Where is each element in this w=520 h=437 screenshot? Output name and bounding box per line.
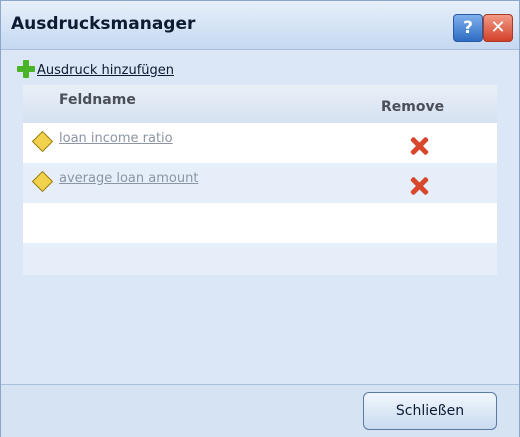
expression-link[interactable]: average loan amount bbox=[59, 171, 198, 186]
table-row-empty bbox=[23, 243, 497, 275]
column-header-fieldname: Feldname bbox=[59, 92, 136, 108]
dialog-footer: Schließen bbox=[1, 384, 519, 437]
remove-icon[interactable] bbox=[409, 176, 429, 196]
column-header-remove: Remove bbox=[381, 99, 445, 115]
plus-icon[interactable] bbox=[17, 60, 35, 78]
close-button[interactable]: Schließen bbox=[363, 392, 497, 430]
expression-link[interactable]: loan income ratio bbox=[59, 131, 173, 146]
close-icon: ✕ bbox=[490, 17, 506, 38]
diamond-icon bbox=[31, 130, 54, 153]
close-window-button[interactable]: ✕ bbox=[483, 14, 513, 42]
dialog-title: Ausdrucksmanager bbox=[11, 14, 196, 34]
dialog-body: Ausdruck hinzufügen Feldname Remove loan… bbox=[1, 50, 519, 383]
table-header: Feldname Remove bbox=[23, 85, 497, 123]
expressions-table: Feldname Remove loan income ratio averag… bbox=[23, 85, 497, 275]
title-bar: Ausdrucksmanager ? ✕ bbox=[1, 1, 519, 50]
diamond-icon bbox=[31, 170, 54, 193]
expression-manager-dialog: Ausdrucksmanager ? ✕ Ausdruck hinzufügen… bbox=[0, 0, 520, 437]
help-icon: ? bbox=[463, 18, 473, 38]
help-button[interactable]: ? bbox=[453, 14, 483, 42]
table-row: average loan amount bbox=[23, 163, 497, 203]
table-row: loan income ratio bbox=[23, 123, 497, 163]
table-row-empty bbox=[23, 203, 497, 243]
remove-icon[interactable] bbox=[409, 136, 429, 156]
add-expression-link[interactable]: Ausdruck hinzufügen bbox=[37, 63, 174, 78]
